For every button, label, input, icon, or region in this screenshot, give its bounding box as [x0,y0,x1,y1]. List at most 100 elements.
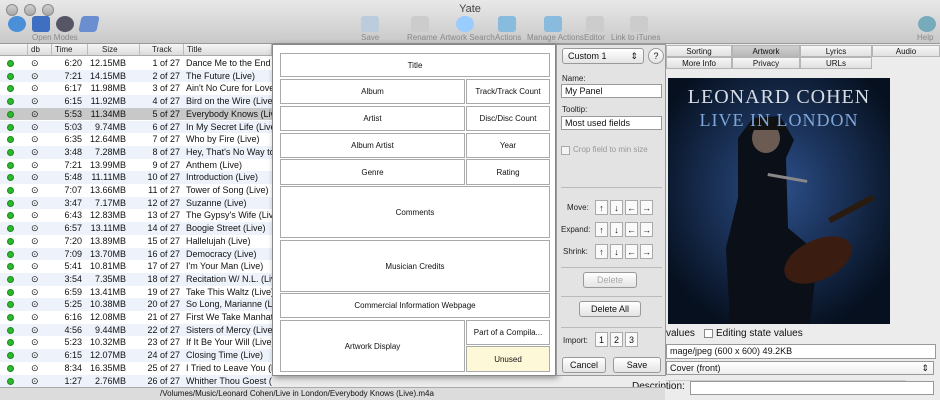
tab-urls[interactable]: URLs [800,57,872,69]
save-icon[interactable] [361,16,379,32]
disc-icon[interactable] [56,16,74,32]
shrink-left-button[interactable]: ← [625,244,638,259]
panel-field-rating[interactable]: Rating [466,159,550,185]
artwork-image[interactable]: LEONARD COHEN LIVE IN LONDON [668,78,890,324]
panel-field-album-artist[interactable]: Album Artist [280,133,465,158]
column-header-title[interactable]: Title [184,44,272,56]
status-dot-icon [7,212,14,220]
preset-select[interactable]: Custom 1 ⇕ [562,48,644,64]
table-row[interactable]: ⊙ 5:03 9.74MB 6 of 27 In My Secret Life (Liv… [0,120,272,134]
import-option-1[interactable]: 1 [595,332,608,347]
table-row[interactable]: ⊙ 8:34 16.35MB 25 of 27 I Tried to Leave You… [0,362,272,375]
expand-down-button[interactable]: ↓ [610,222,623,237]
column-header-size[interactable]: Size [88,44,140,56]
column-header-status[interactable] [0,44,28,56]
artwork-type-select[interactable]: Cover (front) ⇕ [666,361,934,375]
move-down-button[interactable]: ↓ [610,200,623,215]
table-row[interactable]: ⊙ 6:59 13.41MB 19 of 27 Take This Waltz (Liv… [0,286,272,299]
import-option-3[interactable]: 3 [625,332,638,347]
expand-right-button[interactable]: → [640,222,653,237]
zoom-window-button[interactable] [42,4,54,16]
panel-field-comments[interactable]: Comments [280,186,550,238]
panel-field-artwork-display[interactable]: Artwork Display [280,320,465,372]
table-row[interactable]: ⊙ 5:23 10.32MB 23 of 27 If It Be Your Will (… [0,336,272,349]
table-row[interactable]: ⊙ 6:15 11.92MB 4 of 27 Bird on the Wire (Liv… [0,95,272,108]
expand-up-button[interactable]: ↑ [595,222,608,237]
table-row[interactable]: ⊙ 7:21 13.99MB 9 of 27 Anthem (Live) [0,159,272,172]
tooltip-field[interactable]: Most used fields [561,116,662,130]
panel-field-compilation[interactable]: Part of a Compila... [466,320,550,345]
table-row[interactable]: ⊙ 5:53 11.34MB 5 of 27 Everybody Knows (Live… [0,107,272,121]
table-row[interactable]: ⊙ 5:41 10.81MB 17 of 27 I'm Your Man (Live) [0,260,272,273]
panel-field-unused[interactable]: Unused [466,346,550,372]
table-row[interactable]: ⊙ 4:56 9.44MB 22 of 27 Sisters of Mercy (Liv… [0,323,272,337]
tab-more-info[interactable]: More Info [666,57,732,69]
delete-all-button[interactable]: Delete All [579,301,641,317]
help-icon[interactable] [918,16,936,32]
tab-sorting[interactable]: Sorting [666,45,732,57]
actions-icon[interactable] [498,16,516,32]
panel-field-track-count[interactable]: Track/Track Count [466,79,550,104]
shrink-up-button[interactable]: ↑ [595,244,608,259]
table-row[interactable]: ⊙ 7:07 13.66MB 11 of 27 Tower of Song (Live) [0,184,272,197]
move-right-button[interactable]: → [640,200,653,215]
table-row[interactable]: ⊙ 6:57 13.11MB 14 of 27 Boogie Street (Live) [0,222,272,235]
save-panel-button[interactable]: Save [613,357,661,373]
panel-field-musician-credits[interactable]: Musician Credits [280,240,550,292]
panel-field-title[interactable]: Title [280,53,550,77]
link-icon[interactable] [78,16,100,32]
table-row[interactable]: ⊙ 1:27 2.76MB 26 of 27 Whither Thou Goest (L… [0,374,272,388]
table-row[interactable]: ⊙ 7:09 13.70MB 16 of 27 Democracy (Live) [0,247,272,261]
link-itunes-icon[interactable] [630,16,648,32]
tab-audio[interactable]: Audio [872,45,940,57]
table-row[interactable]: ⊙ 5:25 10.38MB 20 of 27 So Long, Marianne (L… [0,298,272,311]
table-row[interactable]: ⊙ 5:48 11.11MB 10 of 27 Introduction (Live) [0,171,272,184]
table-row[interactable]: ⊙ 7:20 13.89MB 15 of 27 Hallelujah (Live) [0,235,272,248]
move-left-button[interactable]: ← [625,200,638,215]
shrink-right-button[interactable]: → [640,244,653,259]
table-row[interactable]: ⊙ 7:21 14.15MB 2 of 27 The Future (Live) [0,69,272,83]
table-row[interactable]: ⊙ 6:17 11.98MB 3 of 27 Ain't No Cure for Lov… [0,82,272,95]
tab-privacy[interactable]: Privacy [732,57,800,69]
edit-icon[interactable] [32,16,50,32]
move-up-button[interactable]: ↑ [595,200,608,215]
panel-field-artist[interactable]: Artist [280,106,465,131]
panel-field-album[interactable]: Album [280,79,465,104]
column-header-db[interactable]: db [28,44,52,56]
table-row[interactable]: ⊙ 6:35 12.64MB 7 of 27 Who by Fire (Live) [0,133,272,146]
manage-actions-icon[interactable] [544,16,562,32]
table-row[interactable]: ⊙ 6:15 12.07MB 24 of 27 Closing Time (Live) [0,349,272,362]
panel-field-commercial-webpage[interactable]: Commercial Information Webpage [280,293,550,318]
minimize-window-button[interactable] [24,4,36,16]
crop-checkbox[interactable] [561,146,570,155]
table-row[interactable]: ⊙ 6:16 12.08MB 21 of 27 First We Take Manhat… [0,311,272,324]
close-window-button[interactable] [6,4,18,16]
table-row[interactable]: ⊙ 6:20 12.15MB 1 of 27 Dance Me to the End [0,57,272,70]
import-option-2[interactable]: 2 [610,332,623,347]
panel-field-disc-count[interactable]: Disc/Disc Count [466,106,550,131]
rename-icon[interactable] [411,16,429,32]
editor-icon[interactable] [586,16,604,32]
column-header-time[interactable]: Time [52,44,88,56]
status-dot-icon [7,148,14,156]
description-field[interactable] [690,381,934,395]
panel-field-genre[interactable]: Genre [280,159,465,185]
cancel-button[interactable]: Cancel [562,357,606,373]
help-button[interactable]: ? [648,48,664,64]
panel-layout-editor: Title Album Track/Track Count Artist Dis… [272,44,556,376]
column-header-track[interactable]: Track [140,44,184,56]
table-row[interactable]: ⊙ 3:48 7.28MB 8 of 27 Hey, That's No Way to [0,145,272,159]
artwork-search-icon[interactable] [456,16,474,32]
tab-artwork[interactable]: Artwork [732,45,800,57]
editing-state-checkbox[interactable] [704,329,713,338]
table-row[interactable]: ⊙ 3:54 7.35MB 18 of 27 Recitation W/ N.L. (L… [0,272,272,286]
name-field[interactable]: My Panel [561,84,662,98]
expand-left-button[interactable]: ← [625,222,638,237]
panel-field-year[interactable]: Year [466,133,550,158]
delete-button[interactable]: Delete [583,272,637,288]
open-modes-icon[interactable] [8,16,26,32]
table-row[interactable]: ⊙ 3:47 7.17MB 12 of 27 Suzanne (Live) [0,196,272,210]
tab-lyrics[interactable]: Lyrics [800,45,872,57]
shrink-down-button[interactable]: ↓ [610,244,623,259]
table-row[interactable]: ⊙ 6:43 12.83MB 13 of 27 The Gypsy's Wife (Li… [0,209,272,222]
